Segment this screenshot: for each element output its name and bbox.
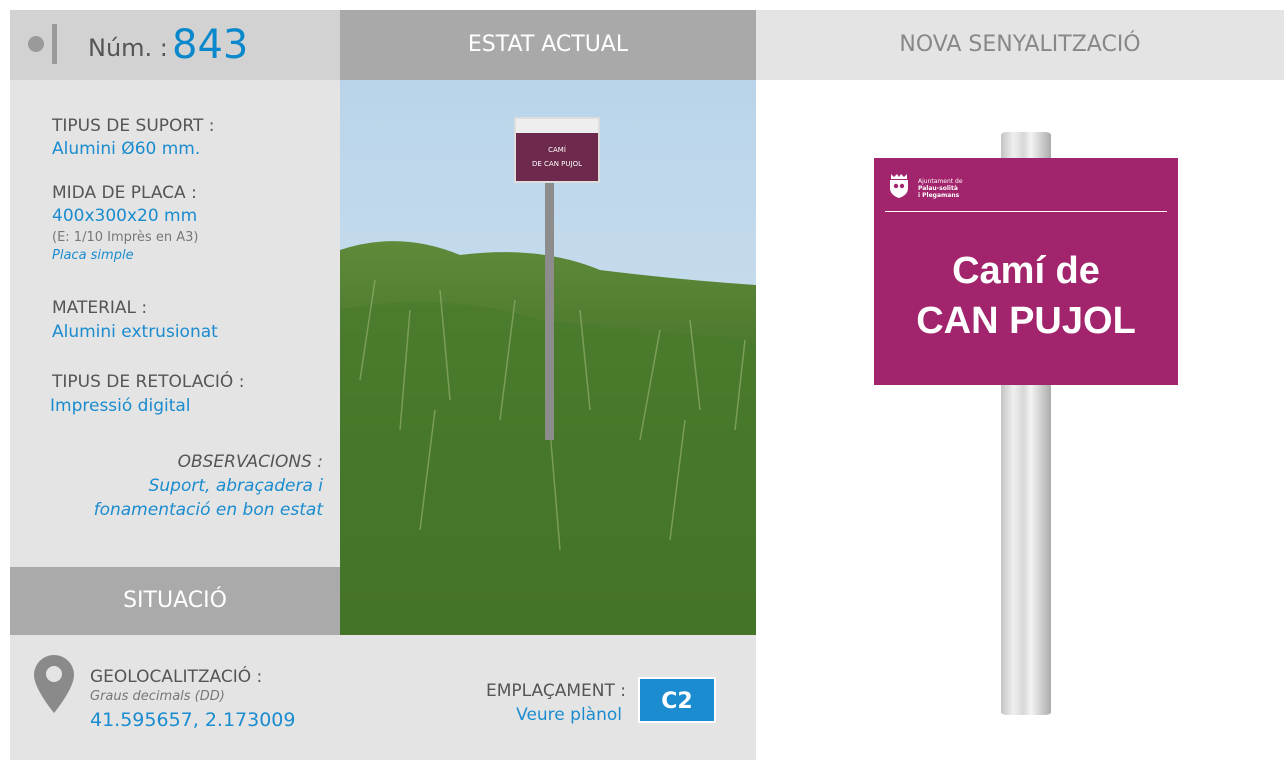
plate-organization: Ajuntament de Palau-solità i Plegamans [918,178,963,199]
placement-label: EMPLAÇAMENT : [486,681,626,701]
observations-line1: Suport, abraçadera i [148,476,323,496]
observations-label: OBSERVACIONS : [177,452,323,472]
geo-format: Graus decimals (DD) [90,689,225,704]
municipality-crest-icon [890,174,908,198]
situation-title: SITUACIÓ [123,588,227,613]
plate-org-line3: i Plegamans [918,192,960,199]
bullet-icon [28,36,44,52]
new-signage-header: NOVA SENYALITZACIÓ [756,10,1284,80]
plate-size-value: 400x300x20 mm [52,206,198,226]
current-state-photo: CAMÍ DE CAN PUJOL [340,80,756,635]
lettering-label: TIPUS DE RETOLACIÓ : [52,372,245,392]
plate-size-scale: (E: 1/10 Imprès en A3) [52,230,199,245]
geo-label: GEOLOCALITZACIÓ : [90,667,263,687]
geo-coordinates: 41.595657, 2.173009 [90,709,296,731]
number-value: 843 [172,22,249,68]
photo-sign-line2: DE CAN PUJOL [532,160,582,168]
number-label: Núm. : [88,34,168,62]
material-label: MATERIAL : [52,298,148,318]
material-value: Alumini extrusionat [52,322,218,342]
placement-code-badge[interactable]: C2 [638,677,716,723]
current-state-header: ESTAT ACTUAL [340,10,756,80]
lettering-value: Impressió digital [50,396,191,416]
plate-title-line2: CAN PUJOL [916,300,1136,342]
photo-image: CAMÍ DE CAN PUJOL [340,80,756,635]
placement-link[interactable]: Veure plànol [516,705,622,725]
photo-sign-line1: CAMÍ [548,145,566,154]
support-type-value: Alumini Ø60 mm. [52,139,201,159]
observations-line2: fonamentació en bon estat [93,500,323,520]
plate-org-line1: Ajuntament de [918,178,963,185]
plate-title: Camí de CAN PUJOL [874,246,1178,346]
plate-kind: Placa simple [52,248,134,263]
plate-divider [885,211,1167,212]
location-pin-icon [34,655,74,713]
plate-size-label: MIDA DE PLACA : [52,183,197,203]
support-type-label: TIPUS DE SUPORT : [52,116,215,136]
divider-bar [52,24,57,64]
plate-title-line1: Camí de [952,250,1100,292]
plate-org-line2: Palau-solità [918,185,958,192]
